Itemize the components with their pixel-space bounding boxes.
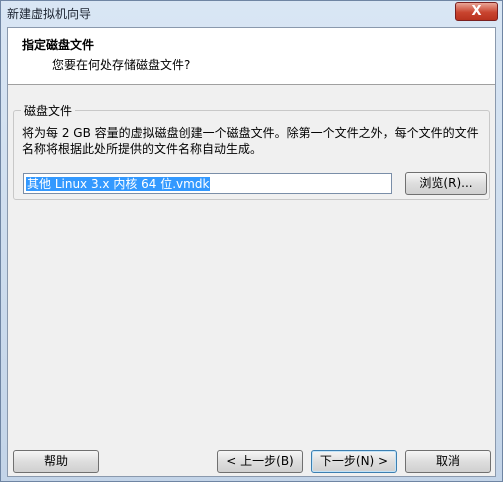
help-button[interactable]: 帮助 (13, 450, 99, 473)
close-button[interactable]: X (455, 2, 498, 21)
back-button[interactable]: < 上一步(B) (217, 450, 303, 473)
close-icon: X (471, 4, 482, 19)
disk-filename-input[interactable]: 其他 Linux 3.x 内核 64 位.vmdk (23, 173, 392, 194)
disk-file-description: 将为每 2 GB 容量的虚拟磁盘创建一个磁盘文件。除第一个文件之外，每个文件的文… (22, 126, 479, 156)
disk-file-group: 磁盘文件 将为每 2 GB 容量的虚拟磁盘创建一个磁盘文件。除第一个文件之外，每… (13, 102, 490, 200)
disk-filename-text: 其他 Linux 3.x 内核 64 位.vmdk (26, 177, 211, 191)
page-title: 指定磁盘文件 (22, 38, 95, 52)
next-button[interactable]: 下一步(N) > (311, 450, 397, 473)
cancel-button[interactable]: 取消 (405, 450, 491, 473)
wizard-window: 新建虚拟机向导 X 指定磁盘文件 您要在何处存储磁盘文件? 磁盘文件 将为每 2… (0, 0, 503, 482)
page-subtitle: 您要在何处存储磁盘文件? (52, 58, 191, 72)
wizard-content: 指定磁盘文件 您要在何处存储磁盘文件? 磁盘文件 将为每 2 GB 容量的虚拟磁… (7, 27, 496, 477)
wizard-header: 指定磁盘文件 您要在何处存储磁盘文件? (8, 28, 495, 85)
disk-file-group-label: 磁盘文件 (21, 102, 76, 119)
window-title: 新建虚拟机向导 (7, 7, 92, 21)
title-bar[interactable]: 新建虚拟机向导 X (1, 1, 502, 27)
browse-button[interactable]: 浏览(R)... (405, 172, 487, 195)
